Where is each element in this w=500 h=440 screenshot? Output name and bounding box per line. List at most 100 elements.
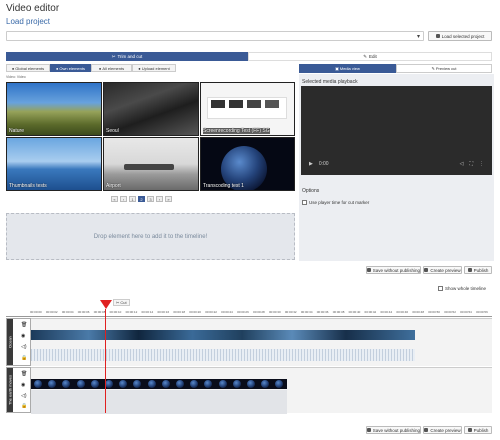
page-3-button[interactable]: 3 bbox=[147, 196, 154, 202]
lock-icon[interactable]: 🔒 bbox=[21, 403, 27, 409]
video-clip-earth[interactable] bbox=[31, 379, 287, 389]
create-preview-button[interactable]: Create preview bbox=[423, 426, 462, 434]
speaker-icon[interactable]: ◁) bbox=[21, 344, 27, 350]
timeline-tick-label: 00:00:18 bbox=[173, 310, 186, 314]
use-player-time-label: Use player time for cut marker bbox=[309, 200, 370, 205]
timeline-tick-label: 00:00:08 bbox=[93, 310, 106, 314]
track-name-ocean: Ocean bbox=[7, 319, 13, 365]
media-thumbnail[interactable]: Thumbnails tests bbox=[6, 137, 102, 191]
timeline-tick-label: 00:00:22 bbox=[205, 310, 217, 314]
page-last-button[interactable]: » bbox=[165, 196, 172, 202]
lock-icon[interactable]: 🔒 bbox=[21, 355, 27, 361]
film-icon: ▣ bbox=[335, 66, 339, 71]
load-project-link[interactable]: Load project bbox=[6, 17, 50, 26]
tab-all-elements[interactable]: ● All elements bbox=[91, 64, 132, 72]
tab-own-elements[interactable]: ● Own elements bbox=[50, 64, 91, 72]
timeline-tick-label: 00:00:28 bbox=[253, 310, 265, 314]
playhead-line[interactable] bbox=[105, 309, 106, 413]
pencil-icon: ✎ bbox=[363, 53, 367, 59]
use-player-time-checkbox[interactable] bbox=[302, 200, 307, 205]
cut-button[interactable]: ✂ Cut bbox=[113, 299, 130, 306]
tab-upload-element[interactable]: ● Upload element bbox=[132, 64, 176, 72]
eye-icon[interactable]: ◉ bbox=[21, 333, 25, 339]
project-select[interactable]: ▾ bbox=[6, 31, 424, 41]
timeline-tick-label: 00:00:56 bbox=[476, 310, 488, 314]
page-title: Video editor bbox=[6, 3, 60, 14]
load-selected-project-button[interactable]: Load selected project bbox=[428, 31, 492, 41]
earth-frame bbox=[232, 380, 241, 388]
show-whole-timeline-checkbox[interactable] bbox=[438, 286, 443, 291]
tab-global-elements[interactable]: ● Global elements bbox=[6, 64, 50, 72]
upload-icon: ● bbox=[138, 65, 141, 71]
timeline-tick-label: 00:00:16 bbox=[157, 310, 170, 314]
timeline-tick-label: 00:00:02 bbox=[45, 310, 58, 314]
timeline-tick-label: 00:00:26 bbox=[237, 310, 249, 314]
video-player[interactable]: ▶ 0:00 ◁ ⛶ ⋮ bbox=[301, 86, 492, 175]
create-preview-button[interactable]: Create preview bbox=[423, 266, 462, 274]
page-first-button[interactable]: « bbox=[111, 196, 118, 202]
page-prev-button[interactable]: ‹ bbox=[120, 196, 127, 202]
media-thumbnail[interactable]: Nature bbox=[6, 82, 102, 136]
timeline-tick-label: 00:00:46 bbox=[396, 310, 409, 314]
more-options-icon[interactable]: ⋮ bbox=[479, 161, 484, 167]
video-clip-ocean[interactable] bbox=[31, 330, 415, 340]
timeline-tick-label: 00:00:38 bbox=[332, 310, 345, 314]
playhead-marker[interactable] bbox=[100, 300, 112, 309]
earth-frame bbox=[105, 380, 113, 388]
timeline-tick-label: 00:00:10 bbox=[109, 310, 122, 314]
track-header-ocean: Ocean 🗑 ◉ ◁) 🔒 bbox=[6, 318, 31, 366]
tab-media-view[interactable]: ▣ Media view bbox=[299, 64, 396, 73]
tab-edit[interactable]: ✎ Edit bbox=[248, 52, 492, 61]
earth-frame bbox=[261, 380, 270, 388]
publish-button[interactable]: Publish bbox=[464, 426, 492, 434]
show-whole-timeline-label: Show whole timeline bbox=[445, 286, 487, 291]
play-icon[interactable]: ▶ bbox=[309, 161, 313, 167]
trash-icon[interactable]: 🗑 bbox=[21, 371, 27, 377]
earth-frame bbox=[62, 380, 71, 388]
options-label: Options bbox=[302, 188, 320, 194]
thumbnail-caption: Thumbnails tests bbox=[9, 183, 47, 189]
eye-icon[interactable]: ◉ bbox=[21, 382, 25, 388]
save-without-publishing-button[interactable]: Save without publishing bbox=[366, 266, 421, 274]
timeline-tick-label: 00:00:20 bbox=[189, 310, 201, 314]
earth-frame bbox=[119, 380, 128, 388]
upload-icon bbox=[435, 34, 440, 38]
fullscreen-icon[interactable]: ⛶ bbox=[469, 161, 473, 167]
earth-frame bbox=[218, 380, 227, 388]
earth-frame bbox=[147, 380, 156, 388]
video-time: 0:00 bbox=[318, 161, 329, 167]
media-thumbnail[interactable]: Seoul bbox=[103, 82, 199, 136]
globe-icon: ● bbox=[11, 65, 15, 71]
timeline-tick-label: 00:00:04 bbox=[61, 310, 74, 314]
tab-preview-cut[interactable]: ✎ Preview cut bbox=[396, 64, 492, 73]
users-icon: ● bbox=[98, 65, 102, 71]
volume-icon[interactable]: ◁ bbox=[460, 161, 464, 167]
preview-icon bbox=[424, 428, 429, 432]
page-next-button[interactable]: › bbox=[156, 196, 163, 202]
empty-audio-area bbox=[31, 390, 287, 414]
media-thumbnail[interactable]: Airport bbox=[103, 137, 199, 191]
media-thumbnail[interactable]: Transcoding test 1 bbox=[200, 137, 295, 191]
timeline-dropzone[interactable]: Drop element here to add it to the timel… bbox=[6, 213, 295, 260]
edit-icon: ✎ bbox=[431, 66, 435, 71]
publish-button[interactable]: Publish bbox=[464, 266, 492, 274]
trash-icon[interactable]: 🗑 bbox=[21, 322, 27, 328]
media-thumbnail[interactable]: Screenrecording Test (FF) SG bbox=[200, 82, 295, 136]
page-1-button[interactable]: 1 bbox=[129, 196, 136, 202]
timeline-tick-label: 00:00:06 bbox=[77, 310, 90, 314]
page-2-button[interactable]: 2 bbox=[138, 196, 145, 202]
timeline-tick-label: 00:00:30 bbox=[268, 310, 281, 314]
track-name-earth: The earth moves bbox=[7, 368, 13, 412]
earth-frame bbox=[275, 380, 284, 388]
thumbnail-caption: Nature bbox=[9, 128, 25, 134]
track-lane-ocean[interactable] bbox=[31, 318, 492, 366]
tab-trim-and-cut[interactable]: ✂ Trim and cut bbox=[6, 52, 248, 61]
speaker-icon[interactable]: ◁) bbox=[21, 393, 27, 399]
timeline-tick-label: 00:00:44 bbox=[380, 310, 393, 314]
load-selected-project-label: Load selected project bbox=[441, 33, 485, 39]
publish-icon bbox=[467, 428, 472, 432]
preview-icon bbox=[424, 268, 429, 272]
track-lane-earth[interactable] bbox=[31, 367, 492, 414]
pagination: « ‹ 1 2 3 › » bbox=[111, 196, 172, 202]
save-without-publishing-button[interactable]: Save without publishing bbox=[366, 426, 421, 434]
